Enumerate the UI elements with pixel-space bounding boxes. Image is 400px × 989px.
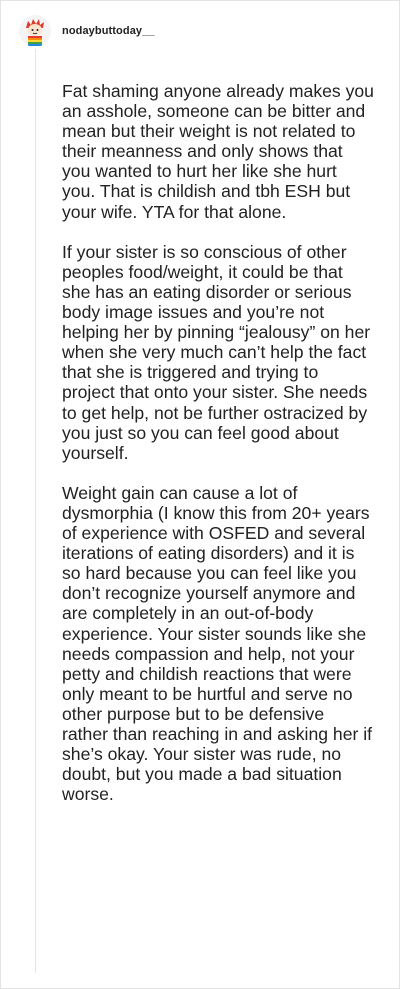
user-avatar[interactable] bbox=[19, 15, 51, 47]
comment-paragraph: If your sister is so conscious of other … bbox=[62, 241, 371, 463]
comment-paragraph: Fat shaming anyone already makes you an … bbox=[62, 81, 374, 222]
comment-body: Fat shaming anyone already makes you an … bbox=[62, 81, 374, 804]
comment-paragraph: Weight gain can cause a lot of dysmorphi… bbox=[62, 482, 373, 805]
cartoon-avatar-icon bbox=[19, 15, 51, 47]
username[interactable]: nodaybuttoday__ bbox=[62, 25, 155, 37]
thread-line bbox=[35, 49, 36, 973]
comment-card: nodaybuttoday__ Fat shaming anyone alrea… bbox=[0, 0, 400, 989]
